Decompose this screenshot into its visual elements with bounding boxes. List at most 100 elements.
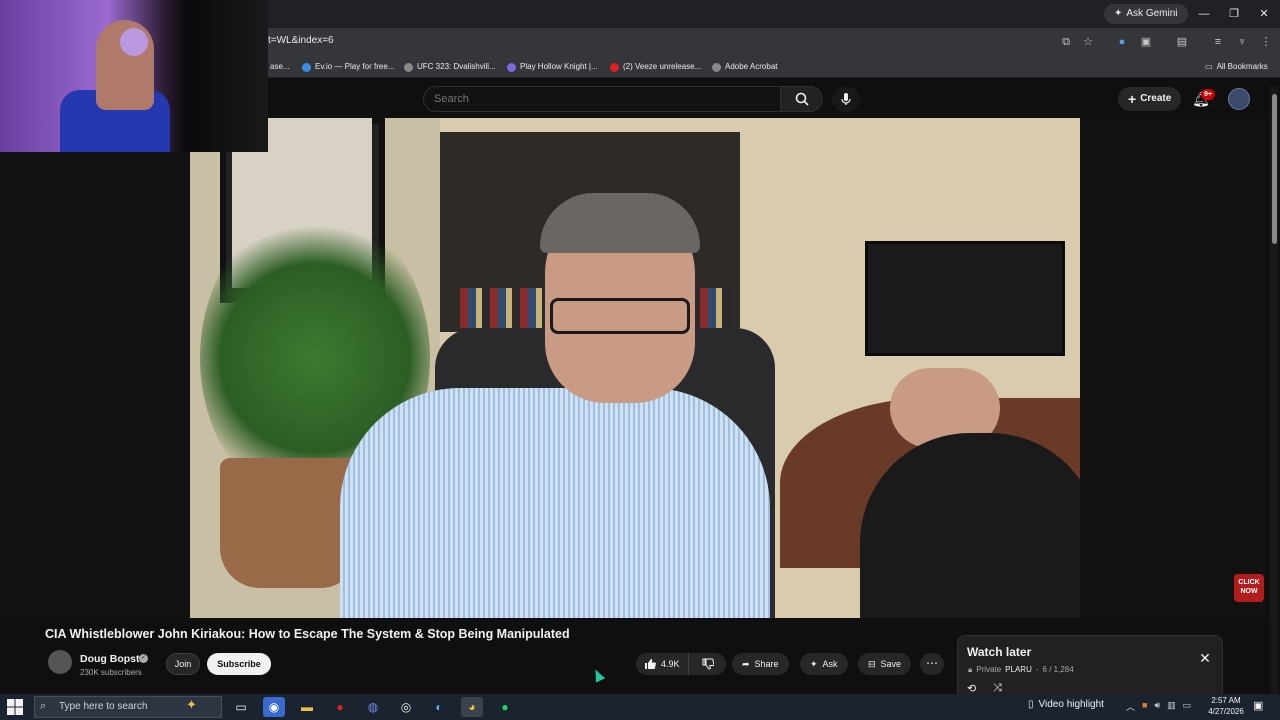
left-background xyxy=(0,152,190,618)
app-icon-c[interactable]: ◐ xyxy=(428,697,450,717)
obs-icon[interactable]: ◎ xyxy=(395,697,417,717)
tray-app-icon[interactable]: ■ xyxy=(1142,700,1147,713)
like-button[interactable]: 4.9K xyxy=(636,653,689,675)
bookmark-item[interactable]: Play Hollow Knight |... xyxy=(507,60,598,74)
ask-gemini-button[interactable]: ✦ Ask Gemini xyxy=(1104,4,1188,24)
minimize-icon[interactable]: — xyxy=(1190,4,1218,24)
ad-badge[interactable]: CLICK NOW xyxy=(1234,574,1264,602)
discord-icon[interactable]: ◍ xyxy=(362,697,384,717)
bookmark-item[interactable]: Adobe Acrobat xyxy=(712,60,777,74)
evio-icon xyxy=(302,62,311,72)
subscribe-button[interactable]: Subscribe xyxy=(207,653,271,675)
like-dislike-group: 4.9K xyxy=(636,653,726,675)
ask-label: Ask xyxy=(822,659,838,669)
app-icon-blue[interactable]: ◉ xyxy=(263,697,285,717)
channel-name[interactable]: Doug Bopst xyxy=(80,653,140,665)
globe-icon xyxy=(712,62,721,72)
extensions-puzzle-icon[interactable]: ▣ xyxy=(1138,34,1154,50)
extension-icon[interactable]: ● xyxy=(1114,34,1130,50)
game-icon xyxy=(507,62,516,72)
channel-avatar[interactable] xyxy=(48,650,72,674)
ask-button[interactable]: ✦ Ask xyxy=(800,653,848,675)
mouse-cursor xyxy=(590,667,606,683)
bookmark-label: Play Hollow Knight |... xyxy=(520,62,598,71)
join-button[interactable]: Join xyxy=(166,653,200,675)
app-icon-red[interactable]: ● xyxy=(329,697,351,717)
bookmark-label: ase... xyxy=(270,62,290,71)
url-field[interactable]: t=WL&index=6 xyxy=(268,35,334,46)
bookmark-item[interactable]: Ev.io — Play for free... xyxy=(302,60,394,74)
dislike-button[interactable] xyxy=(694,653,722,675)
share-button[interactable]: ➦ Share xyxy=(732,653,789,675)
downloads-icon[interactable]: ≡ xyxy=(1210,34,1226,50)
share-arrow-icon: ➦ xyxy=(742,659,750,669)
bookmark-label: Adobe Acrobat xyxy=(725,62,778,71)
all-bookmarks[interactable]: ▭ All Bookmarks xyxy=(1205,60,1268,74)
scrollbar-thumb[interactable] xyxy=(1272,94,1277,244)
video-speaker-shirt xyxy=(340,388,770,618)
network-icon[interactable]: ▥ xyxy=(1167,700,1176,713)
taskbar-clock[interactable]: 2:57 AM 4/27/2026 xyxy=(1204,695,1248,717)
spotify-icon[interactable]: ● xyxy=(494,697,516,717)
webcam-overlay xyxy=(0,0,268,152)
notification-center-icon[interactable]: ▣ xyxy=(1253,699,1263,712)
sparkle-icon: ✦ xyxy=(810,659,818,669)
bookmark-icon: ⊟ xyxy=(868,659,876,669)
task-view-icon[interactable]: ▭ xyxy=(230,697,252,717)
search-input[interactable] xyxy=(424,87,780,111)
like-count: 4.9K xyxy=(661,659,680,669)
restore-icon[interactable]: ❐ xyxy=(1220,4,1248,24)
cast-icon[interactable]: ⧉ xyxy=(1058,34,1074,50)
sidepanel-icon[interactable]: ▤ xyxy=(1174,34,1190,50)
close-window-icon[interactable]: ✕ xyxy=(1250,4,1278,24)
menu-dots-icon[interactable]: ⋮ xyxy=(1258,34,1274,50)
bookmark-item[interactable]: (2) Veeze unrelease... xyxy=(610,60,701,74)
system-tray: ︿ ■ 🔊︎ ▥ ▭ xyxy=(1126,700,1191,713)
video-title: CIA Whistleblower John Kiriakou: How to … xyxy=(45,627,570,641)
chrome-icon[interactable]: ◕ xyxy=(461,697,483,717)
video-player[interactable] xyxy=(190,118,1080,618)
bookmark-item[interactable]: ase... xyxy=(270,60,290,74)
share-label: Share xyxy=(754,659,779,669)
close-icon[interactable]: ✕ xyxy=(1197,650,1213,666)
watch-later-title[interactable]: Watch later xyxy=(967,645,1031,659)
privacy-label: Private xyxy=(976,665,1002,674)
watch-later-meta: 🔒︎ Private PLARU - 6 / 1,284 xyxy=(968,665,1074,675)
lock-icon: 🔒︎ xyxy=(968,665,973,674)
search-box[interactable] xyxy=(423,86,781,112)
all-bookmarks-label: All Bookmarks xyxy=(1216,62,1268,71)
create-label: Create xyxy=(1140,93,1172,104)
search-highlight-icon[interactable]: ✦ xyxy=(186,697,197,713)
search-button[interactable] xyxy=(781,86,823,112)
voice-search-button[interactable] xyxy=(832,86,860,112)
playlist-owner: PLARU xyxy=(1005,665,1032,674)
windows-start-icon[interactable] xyxy=(6,698,24,716)
save-label: Save xyxy=(880,659,902,669)
webcam-headphones xyxy=(120,28,148,56)
video-pot xyxy=(220,458,360,588)
right-background xyxy=(1080,118,1270,618)
create-button[interactable]: + Create xyxy=(1118,87,1182,111)
sparkle-icon: ✦ xyxy=(1114,8,1123,19)
search-icon: ⌕ xyxy=(40,700,47,712)
save-button[interactable]: ⊟ Save xyxy=(858,653,912,675)
search-icon xyxy=(795,92,809,106)
chevron-up-icon[interactable]: ︿ xyxy=(1126,700,1135,713)
globe-icon xyxy=(404,62,413,72)
verified-check-icon: ✓ xyxy=(139,654,148,663)
bookmark-star-icon[interactable]: ☆ xyxy=(1080,34,1096,50)
bookmark-item[interactable]: UFC 323: Dvalishvili... xyxy=(404,60,496,74)
file-explorer-icon[interactable]: ▬ xyxy=(296,697,318,717)
video-highlight-button[interactable]: ▯ Video highlight xyxy=(1028,699,1104,710)
bookmark-label: (2) Veeze unrelease... xyxy=(623,62,702,71)
plus-icon: + xyxy=(1128,91,1137,107)
battery-icon[interactable]: ▭ xyxy=(1183,700,1192,713)
microphone-icon xyxy=(841,93,851,105)
account-avatar[interactable] xyxy=(1228,88,1250,110)
more-options-icon[interactable]: ⋯ xyxy=(920,653,944,675)
volume-icon[interactable]: 🔊︎ xyxy=(1154,700,1160,713)
meta-separator: - xyxy=(1035,665,1039,674)
profile-icon[interactable]: ♆ xyxy=(1234,34,1250,50)
thumbs-down-icon xyxy=(702,658,714,670)
youtube-icon xyxy=(610,62,619,72)
